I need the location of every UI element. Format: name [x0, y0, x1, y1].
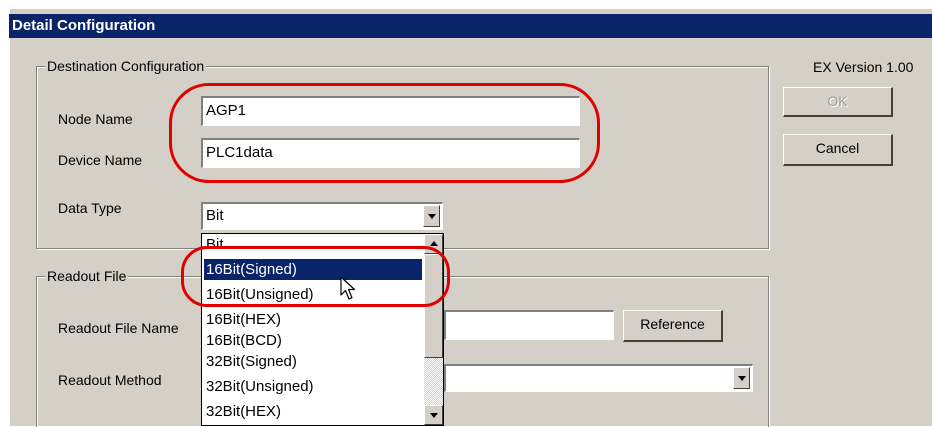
readout-legend: Readout File: [45, 267, 129, 285]
cancel-button[interactable]: Cancel: [783, 134, 893, 166]
ok-button[interactable]: OK: [783, 87, 893, 117]
dropdown-scrollbar-thumb[interactable]: [424, 254, 443, 358]
dropdown-option[interactable]: Bit: [204, 234, 422, 255]
dropdown-option[interactable]: 16Bit(HEX): [204, 309, 422, 330]
data-type-dropdown-button[interactable]: [423, 205, 440, 227]
device-name-field[interactable]: PLC1data: [201, 138, 580, 168]
title-bar: Detail Configuration: [9, 14, 932, 38]
chevron-down-icon: [428, 214, 436, 219]
chevron-down-icon: [738, 376, 746, 381]
dropdown-option[interactable]: 16Bit(BCD): [204, 330, 422, 351]
node-name-field[interactable]: AGP1: [201, 96, 580, 126]
chevron-down-icon: [430, 413, 438, 418]
window-title: Detail Configuration: [12, 17, 156, 34]
readout-method-select[interactable]: [444, 364, 753, 392]
dropdown-option[interactable]: 32Bit(Signed): [204, 351, 422, 372]
readout-file-name-label: Readout File Name: [58, 320, 179, 336]
dropdown-option[interactable]: 16Bit(Unsigned): [204, 284, 422, 305]
scroll-down-button[interactable]: [424, 405, 443, 425]
dropdown-option[interactable]: 32Bit(Unsigned): [204, 376, 422, 397]
data-type-label: Data Type: [58, 200, 122, 216]
mouse-cursor-icon: [340, 276, 356, 300]
dropdown-option[interactable]: 16Bit(Signed): [204, 259, 422, 280]
destination-legend: Destination Configuration: [45, 57, 207, 75]
chevron-up-icon: [430, 241, 438, 246]
version-label: EX Version 1.00: [813, 59, 914, 75]
readout-method-label: Readout Method: [58, 372, 162, 388]
dropdown-option[interactable]: 32Bit(HEX): [204, 401, 422, 422]
reference-button[interactable]: Reference: [623, 310, 723, 342]
device-name-label: Device Name: [58, 152, 143, 168]
node-name-label: Node Name: [58, 111, 133, 127]
readout-method-dropdown-button[interactable]: [733, 367, 750, 389]
readout-file-name-field[interactable]: [444, 310, 614, 340]
data-type-select[interactable]: Bit: [201, 202, 443, 230]
data-type-dropdown-list[interactable]: Bit 16Bit(Signed) 16Bit(Unsigned) 16Bit(…: [201, 233, 444, 426]
scroll-up-button[interactable]: [424, 234, 443, 254]
data-type-value: Bit: [206, 207, 224, 224]
